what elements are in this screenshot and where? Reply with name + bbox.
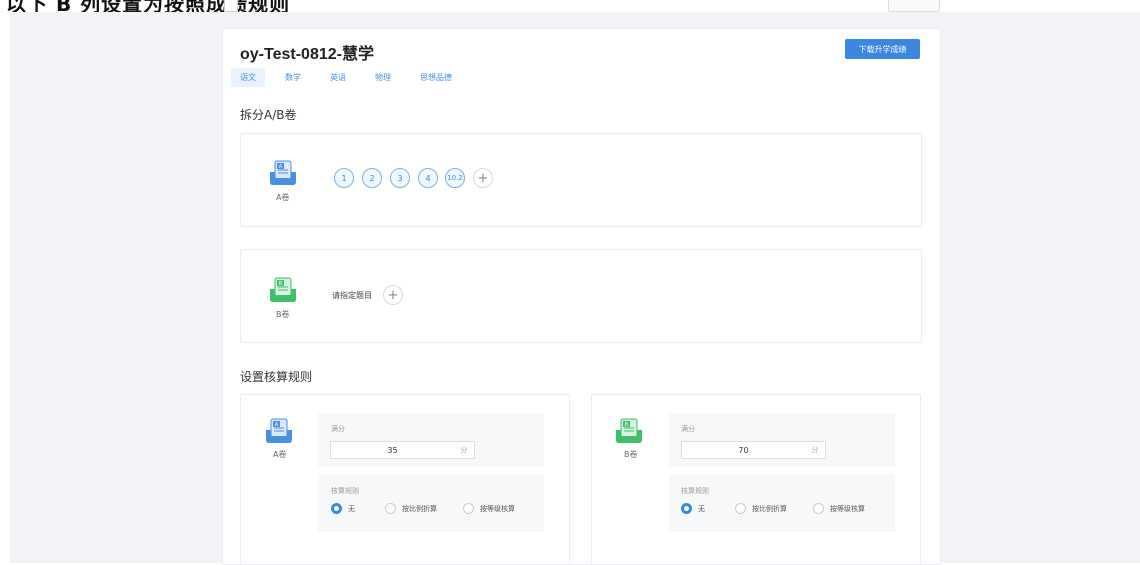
full-score-unit-b: 分 — [811, 446, 819, 454]
rule-a-option-none[interactable]: 无 — [331, 503, 355, 514]
radio-dot — [681, 503, 692, 514]
full-score-value-a: 35 — [387, 445, 398, 455]
rule-b-option-level[interactable]: 按等级核算 — [813, 503, 865, 514]
svg-text:A: A — [279, 164, 283, 170]
svg-text:B: B — [279, 281, 283, 287]
question-chip[interactable]: 1 — [334, 168, 354, 188]
full-score-value-b: 70 — [738, 445, 749, 455]
radio-dot — [385, 503, 396, 514]
paper-b-hint: 请指定题目 — [332, 291, 372, 300]
top-strip: 以下 B 列设置为按照成绩规则 — [0, 0, 1140, 12]
add-question-b-button[interactable]: + — [383, 285, 403, 305]
rules-section-title: 设置核算规则 — [240, 370, 313, 384]
question-chip[interactable]: 3 — [390, 168, 410, 188]
tab-physics[interactable]: 物理 — [366, 68, 400, 87]
split-section-title: 拆分A/B卷 — [240, 108, 297, 122]
question-chip[interactable]: 2 — [362, 168, 382, 188]
paper-a-icon: A — [270, 160, 296, 185]
tab-english[interactable]: 英语 — [321, 68, 355, 87]
cropped-checkbox — [224, 0, 238, 12]
radio-dot — [463, 503, 474, 514]
paper-a-label: A卷 — [276, 193, 290, 202]
paper-b-label: B卷 — [276, 310, 290, 319]
rule-b-option-ratio[interactable]: 按比例折算 — [735, 503, 787, 514]
paper-b-icon: B — [616, 418, 642, 443]
full-score-input-a[interactable]: 35 分 — [330, 441, 475, 459]
rule-label-a: 核算规则 — [331, 487, 359, 495]
rule-a-paper-label: A卷 — [273, 450, 287, 459]
paper-a-icon: A — [266, 418, 292, 443]
full-score-label-b: 满分 — [681, 425, 695, 433]
question-chip[interactable]: 10.2 — [445, 168, 465, 188]
rule-label-b: 核算规则 — [681, 487, 709, 495]
svg-text:A: A — [275, 422, 279, 428]
radio-dot — [331, 503, 342, 514]
page-title: oy-Test-0812-慧学 — [240, 46, 374, 63]
subject-tabs: 语文 数学 英语 物理 思想品德 — [231, 67, 472, 87]
cropped-heading: 以下 B 列设置为按照成绩规则 — [6, 0, 291, 12]
download-grades-button[interactable]: 下载升学成绩 — [845, 39, 920, 59]
rule-radio-group-a: 无 按比例折算 按等级核算 — [331, 503, 541, 514]
rule-a-option-ratio[interactable]: 按比例折算 — [385, 503, 437, 514]
svg-text:B: B — [625, 422, 629, 428]
add-question-a-button[interactable]: + — [473, 168, 493, 188]
full-score-input-b[interactable]: 70 分 — [681, 441, 826, 459]
rule-radio-group-b: 无 按比例折算 按等级核算 — [681, 503, 891, 514]
tab-math[interactable]: 数学 — [276, 68, 310, 87]
paper-b-icon: B — [270, 277, 296, 302]
rule-b-paper-label: B卷 — [624, 450, 638, 459]
rule-a-option-level[interactable]: 按等级核算 — [463, 503, 515, 514]
radio-dot — [735, 503, 746, 514]
full-score-unit-a: 分 — [460, 446, 468, 454]
cropped-button[interactable] — [888, 0, 940, 12]
tab-morality[interactable]: 思想品德 — [411, 68, 461, 87]
rule-b-option-none[interactable]: 无 — [681, 503, 705, 514]
radio-dot — [813, 503, 824, 514]
full-score-label-a: 满分 — [331, 425, 345, 433]
tab-chinese[interactable]: 语文 — [231, 67, 265, 87]
question-chip[interactable]: 4 — [418, 168, 438, 188]
